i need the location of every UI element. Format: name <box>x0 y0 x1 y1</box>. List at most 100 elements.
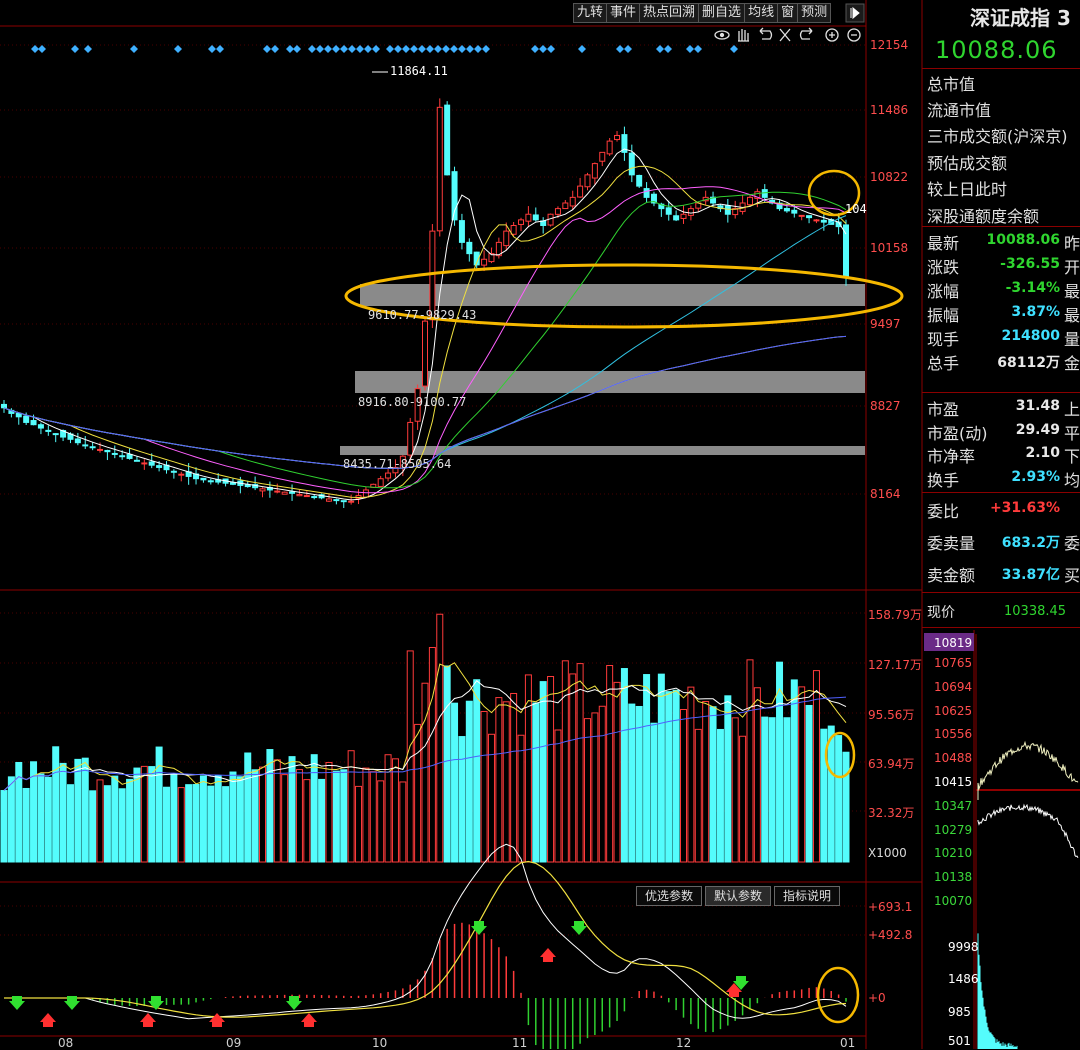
stat-label: 涨幅 <box>927 282 960 301</box>
stat-label: 最新 <box>927 234 960 253</box>
volume-bar <box>244 752 252 863</box>
tab-optimal-params[interactable]: 优选参数 <box>636 886 703 906</box>
volume-bar <box>650 722 658 863</box>
toolbar-button-remove-watch[interactable]: 删自选 <box>698 3 746 23</box>
candle-body <box>429 230 436 321</box>
volume-bar <box>185 784 193 863</box>
stat-label: 振幅 <box>927 306 960 325</box>
stat-label: 市盈(动) <box>927 423 988 443</box>
stat-cut-label: 最 <box>1064 282 1080 301</box>
intraday-tick: 10138 <box>934 870 973 885</box>
high-price-label: 11864.11 <box>390 64 448 78</box>
toolbar-button-events[interactable]: 事件 <box>606 3 641 23</box>
volume-bar <box>199 775 207 863</box>
intraday-highlight: 10819 <box>934 636 973 650</box>
toolbar-button-ma[interactable]: 均线 <box>744 3 779 23</box>
volume-tick: 95.56万 <box>868 708 915 722</box>
candle-body <box>52 433 59 436</box>
volume-bar <box>66 784 74 863</box>
volume-bar <box>790 679 798 863</box>
volume-bar <box>155 746 163 863</box>
intraday-tick: 10556 <box>934 727 973 742</box>
volume-bar <box>502 701 510 863</box>
volume-bar <box>613 681 621 863</box>
candle-body <box>577 185 584 198</box>
volume-bar <box>643 674 651 863</box>
x-tick: 01 <box>840 1036 856 1050</box>
candle-body <box>82 444 89 447</box>
candle-body <box>687 208 694 216</box>
volume-bar <box>436 613 444 863</box>
candle-body <box>606 140 613 155</box>
stat-label: 涨跌 <box>927 258 960 277</box>
volume-bar <box>672 689 680 863</box>
indicator-tick: +492.8 <box>868 928 913 942</box>
volume-bar <box>170 774 178 863</box>
volume-bar <box>111 775 119 863</box>
tab-default-params[interactable]: 默认参数 <box>705 886 772 906</box>
candle-body <box>761 189 768 198</box>
price-tick: 10158 <box>870 241 909 255</box>
toolbar-button-forecast[interactable]: 预测 <box>797 3 832 23</box>
volume-bar <box>539 681 547 863</box>
volume-bar <box>332 770 340 863</box>
volume-bar <box>133 767 141 863</box>
volume-bar <box>236 776 244 863</box>
volume-bar <box>81 757 89 863</box>
volume-bar <box>783 717 791 863</box>
candle-body <box>377 478 384 487</box>
volume-tick: 63.94万 <box>868 757 915 771</box>
last-price: 10088.06 <box>935 36 1058 64</box>
stat-cut-label: 上 <box>1064 400 1080 419</box>
candle-body <box>274 490 281 493</box>
candle-body <box>813 219 820 222</box>
chart-canvas <box>0 0 1080 1049</box>
volume-bar <box>74 758 82 863</box>
candle-body <box>820 219 827 223</box>
volume-bar <box>680 708 688 863</box>
volume-bar <box>118 788 126 863</box>
price-tick: 8164 <box>870 487 901 501</box>
volume-bar <box>414 723 422 863</box>
gap-zone-2 <box>355 371 865 393</box>
volume-bar <box>266 749 274 863</box>
stat-label: 总手 <box>927 354 960 373</box>
index-title: 深证成指 3 <box>970 6 1071 30</box>
toolbar-button-window[interactable]: 窗 <box>777 3 799 23</box>
stat-value: +31.63% <box>989 500 1060 516</box>
volume-bar <box>768 717 776 863</box>
candle-body <box>348 500 355 503</box>
tab-indicator-help[interactable]: 指标说明 <box>774 886 841 906</box>
candle-body <box>30 420 37 426</box>
volume-bar <box>687 686 695 863</box>
volume-bar <box>310 754 318 863</box>
volume-bar <box>665 691 673 863</box>
volume-bar <box>746 659 754 863</box>
candle-body <box>325 498 332 502</box>
candle-body <box>636 174 643 187</box>
candle-body <box>178 473 185 476</box>
gap-zone-1 <box>360 284 865 306</box>
candle-body <box>89 446 96 449</box>
intraday-volume-tick: 501 <box>948 1034 971 1048</box>
stat-cut-label: 委 <box>1064 534 1080 553</box>
volume-bar <box>355 785 363 863</box>
stat-cut-label: 金 <box>1064 354 1080 373</box>
volume-bar <box>377 780 385 863</box>
candle-body <box>673 215 680 221</box>
toolbar-button-nine-turn[interactable]: 九转 <box>573 3 608 23</box>
volume-bar <box>259 766 267 863</box>
volume-bar <box>657 673 665 863</box>
volume-bar <box>702 700 710 863</box>
toolbar-button-hotspot[interactable]: 热点回溯 <box>639 3 700 23</box>
intraday-tick: 10765 <box>934 656 973 670</box>
stat-value: -326.55 <box>1000 256 1060 272</box>
candle-body <box>584 174 591 188</box>
volume-bar <box>89 790 97 863</box>
stat-value: 214800 <box>1001 328 1060 344</box>
candle-body <box>141 462 148 465</box>
candle-body <box>244 484 251 488</box>
candle-body <box>311 496 318 499</box>
candle-body <box>148 461 155 466</box>
volume-tick: 32.32万 <box>868 806 915 820</box>
